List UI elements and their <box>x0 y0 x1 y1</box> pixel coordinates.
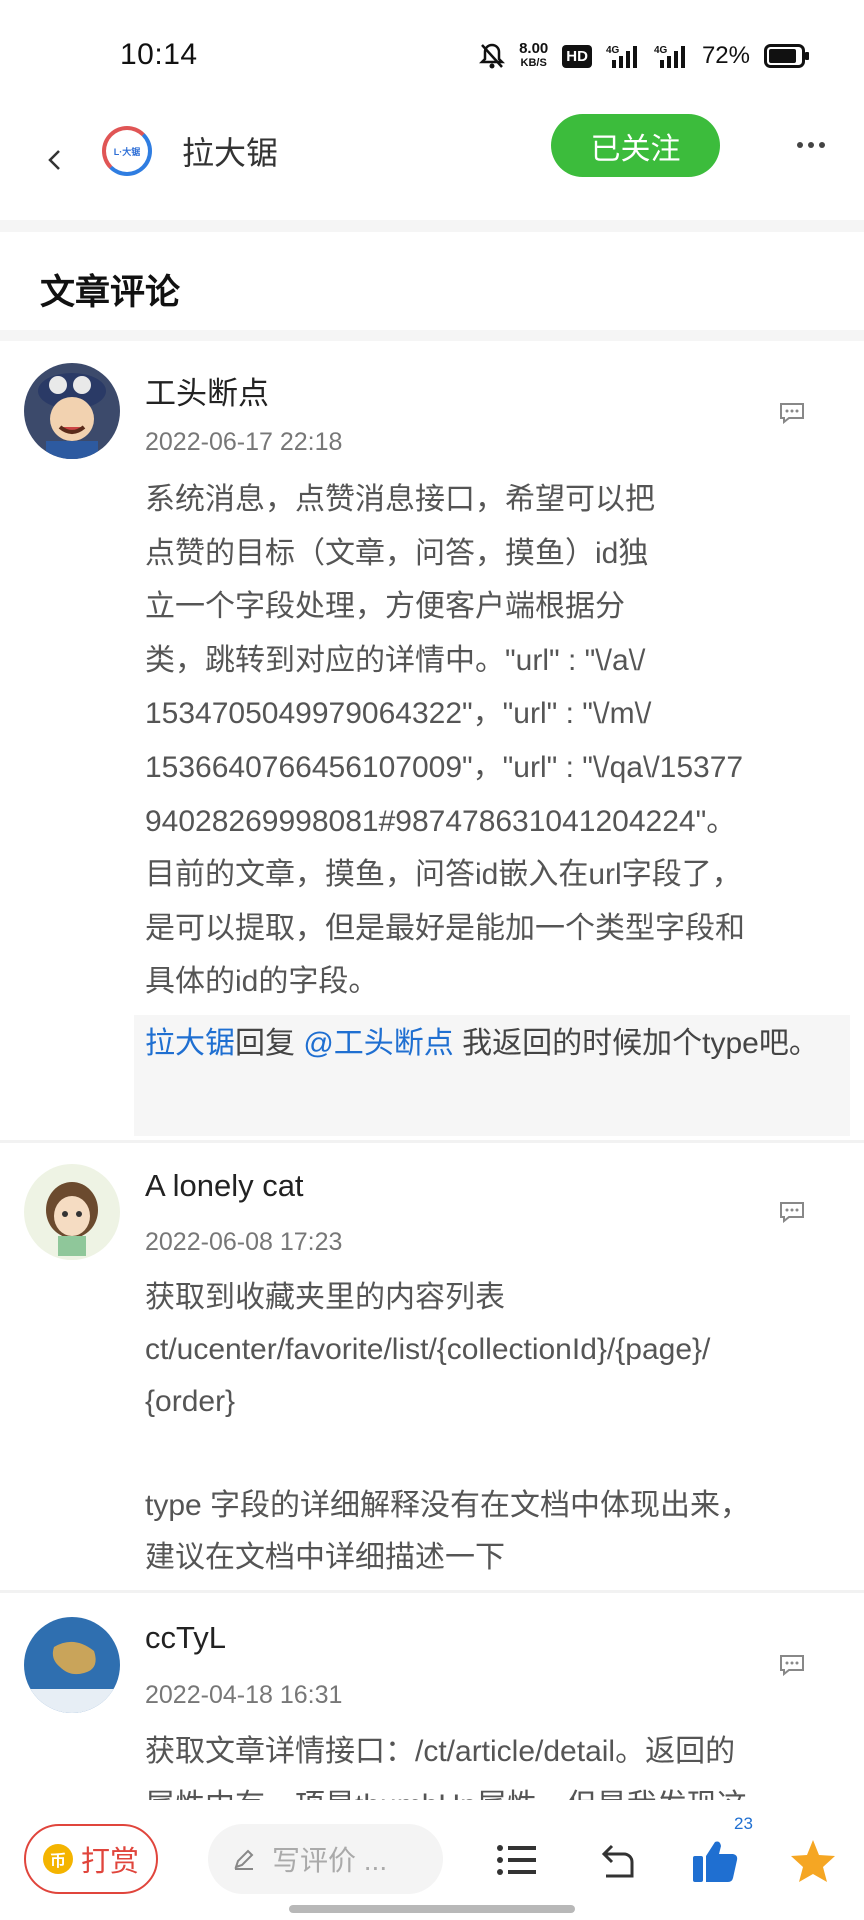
avatar[interactable] <box>24 1164 120 1260</box>
share-icon <box>601 1844 634 1878</box>
avatar[interactable] <box>24 1617 120 1713</box>
divider <box>0 1590 864 1593</box>
battery-percent: 72% <box>701 42 750 69</box>
signal2-label: 4G <box>654 45 668 56</box>
signal-icon: 4G <box>606 42 640 70</box>
list-icon <box>497 1845 536 1875</box>
status-time: 10:14 <box>120 38 198 71</box>
comment-bubble-icon <box>780 1655 804 1676</box>
more-button[interactable] <box>786 130 836 160</box>
like-count: 23 <box>734 1814 753 1833</box>
avatar-image <box>24 1617 120 1713</box>
status-icons: 8.00 KB/S HD 4G 4G 72% <box>479 38 810 74</box>
net-speed-unit: KB/S <box>520 57 547 69</box>
section-title: 文章评论 <box>40 273 181 312</box>
comment-text: 系统消息，点赞消息接口，希望可以把 点赞的目标（文章，问答，摸鱼）id独 立一个… <box>145 483 745 999</box>
comment-date: 2022-04-18 16:31 <box>145 1681 343 1709</box>
follow-button[interactable]: 已关注 <box>551 114 720 177</box>
comment-author[interactable]: 工头断点 <box>145 368 269 413</box>
hd-badge: HD <box>562 44 592 68</box>
comment-text: 获取文章详情接口：/ct/article/detail。返回的 属性中有一项是t… <box>145 1735 747 1800</box>
write-placeholder: 写评价 ... <box>272 1845 388 1876</box>
comment-date: 2022-06-08 17:23 <box>145 1228 343 1256</box>
reply-mention-link[interactable]: @工头断点 <box>303 1027 453 1060</box>
signal1-label: 4G <box>606 45 620 56</box>
comment-author[interactable]: A lonely cat <box>145 1168 304 1204</box>
status-bar: 10:14 8.00 KB/S HD 4G 4G 72% <box>0 0 864 110</box>
comment-author[interactable]: ccTyL <box>145 1620 226 1656</box>
author-logo[interactable]: L·大锯 <box>102 126 152 176</box>
thumbs-up-icon <box>693 1841 738 1882</box>
pencil-icon <box>234 1849 254 1870</box>
author-reply: 拉大锯回复 @工头断点 我返回的时候加个type吧。 <box>134 1015 850 1136</box>
reply-button[interactable] <box>772 396 812 430</box>
avatar[interactable] <box>24 363 120 459</box>
comment-bubble-icon <box>780 403 804 424</box>
reply-button[interactable] <box>772 1648 812 1682</box>
comment-date: 2022-06-17 22:18 <box>145 428 343 456</box>
avatar-image <box>24 1164 120 1260</box>
tip-label: 打赏 <box>80 1846 139 1878</box>
divider <box>0 1140 864 1143</box>
net-speed: 8.00 KB/S <box>519 41 548 71</box>
author-name[interactable]: 拉大锯 <box>182 128 278 174</box>
more-dots-icon <box>797 142 825 148</box>
chevron-left-icon <box>48 150 60 170</box>
favorite-button[interactable] <box>788 1836 838 1886</box>
battery-icon <box>764 44 810 68</box>
write-comment-input[interactable]: 写评价 ... <box>208 1824 443 1894</box>
signal-icon-2: 4G <box>654 42 688 70</box>
comment-text: 获取到收藏夹里的内容列表 ct/ucenter/favorite/list/{c… <box>145 1281 751 1574</box>
catalog-button[interactable] <box>492 1836 540 1884</box>
divider-band <box>0 330 864 341</box>
tip-button[interactable]: 币 打赏 <box>24 1824 158 1894</box>
net-speed-value: 8.00 <box>519 40 549 57</box>
comment-bubble-icon <box>780 1202 804 1223</box>
share-button[interactable] <box>594 1836 642 1884</box>
reply-text: 我返回的时候加个type吧。 <box>453 1027 819 1060</box>
top-nav-bar: L·大锯 拉大锯 已关注 <box>0 110 864 220</box>
divider-band <box>0 220 864 232</box>
avatar-image <box>24 363 120 459</box>
home-indicator[interactable] <box>289 1905 575 1913</box>
reply-verb: 回复 <box>235 1027 304 1060</box>
reply-from-link[interactable]: 拉大锯 <box>145 1027 235 1060</box>
back-button[interactable] <box>24 130 84 190</box>
star-icon <box>791 1840 835 1882</box>
coin-icon: 币 <box>42 1844 73 1874</box>
mute-bell-icon <box>479 42 506 70</box>
bottom-action-bar: 币 打赏 写评价 ... 23 <box>0 1800 864 1920</box>
reply-button[interactable] <box>772 1195 812 1229</box>
like-button[interactable] <box>690 1836 740 1886</box>
